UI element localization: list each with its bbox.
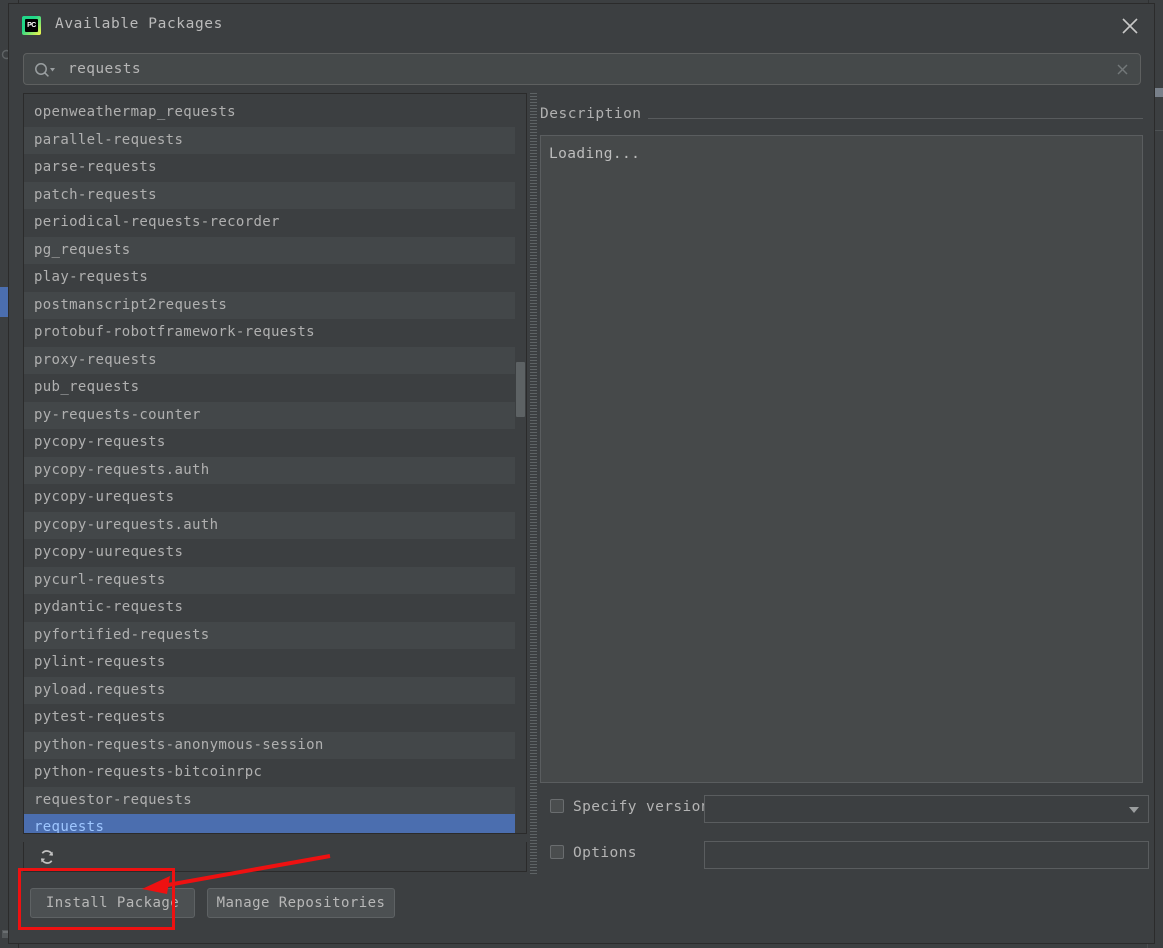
available-packages-dialog: PC Available Packages requests openweath… [8,3,1155,944]
package-list-item[interactable]: pydantic-requests [24,594,526,622]
package-list-item[interactable]: pytest-requests [24,704,526,732]
dialog-title: Available Packages [55,16,223,32]
refresh-icon[interactable] [38,848,56,866]
package-list-item[interactable]: periodical-requests-recorder [24,209,526,237]
package-list-item[interactable]: py-requests-counter [24,401,526,429]
package-list-item[interactable]: pyfortified-requests [24,621,526,649]
package-list-item[interactable]: pycopy-urequests [24,484,526,512]
dialog-titlebar: PC Available Packages [9,4,1154,46]
search-icon[interactable] [34,62,56,78]
clear-icon[interactable] [1115,62,1130,77]
package-list-toolbar [23,842,527,872]
background-active-tab-marker [0,287,8,317]
specify-version-checkbox[interactable] [550,799,564,813]
package-list[interactable]: openweathermap_requests parallel-requests… [23,93,527,834]
options-label: Options [573,845,637,861]
panel-splitter[interactable] [530,93,537,874]
options-checkbox[interactable] [550,845,564,859]
description-title: Description [540,106,642,122]
package-list-item[interactable]: pycopy-requests.auth [24,456,526,484]
package-list-item[interactable]: pycopy-requests [24,429,526,457]
scrollbar-thumb[interactable] [516,362,525,417]
package-list-item[interactable]: play-requests [24,264,526,292]
package-list-scrollbar[interactable] [515,94,526,833]
package-list-item[interactable]: pycopy-urequests.auth [24,511,526,539]
close-icon[interactable] [1118,14,1142,38]
description-separator [648,118,1143,119]
package-list-item[interactable]: patch-requests [24,181,526,209]
package-list-item[interactable]: pycurl-requests [24,566,526,594]
package-list-item[interactable]: pyload.requests [24,676,526,704]
package-list-item[interactable]: pylint-requests [24,649,526,677]
manage-repositories-button[interactable]: Manage Repositories [207,888,395,918]
package-list-item[interactable]: proxy-requests [24,346,526,374]
package-list-item[interactable]: pycopy-uurequests [24,539,526,567]
package-list-item[interactable]: parallel-requests [24,126,526,154]
description-body: Loading... [540,135,1143,783]
package-list-item[interactable]: pub_requests [24,374,526,402]
package-list-item[interactable]: parse-requests [24,154,526,182]
package-list-item[interactable]: pg_requests [24,236,526,264]
package-list-rows: openweathermap_requests parallel-requests… [24,99,526,833]
search-input-value[interactable]: requests [68,61,141,77]
package-list-item[interactable]: requests [24,814,526,833]
chevron-down-icon[interactable] [1129,807,1139,813]
description-header: Description [538,93,1143,131]
package-list-item[interactable]: python-requests-anonymous-session [24,731,526,759]
package-list-item[interactable]: python-requests-bitcoinrpc [24,759,526,787]
package-list-item[interactable]: protobuf-robotframework-requests [24,319,526,347]
package-list-item[interactable]: postmanscript2requests [24,291,526,319]
package-list-item[interactable]: openweathermap_requests [24,99,526,127]
search-input[interactable]: requests [23,53,1141,85]
description-text: Loading... [549,146,641,162]
install-package-button[interactable]: Install Package [30,888,195,918]
specify-version-label: Specify version [573,799,710,815]
description-panel: Description Loading... Specify version O… [538,93,1149,874]
version-combobox[interactable] [704,795,1149,823]
options-input[interactable] [704,841,1149,869]
package-list-item[interactable]: requestor-requests [24,786,526,814]
pycharm-icon: PC [22,16,41,35]
